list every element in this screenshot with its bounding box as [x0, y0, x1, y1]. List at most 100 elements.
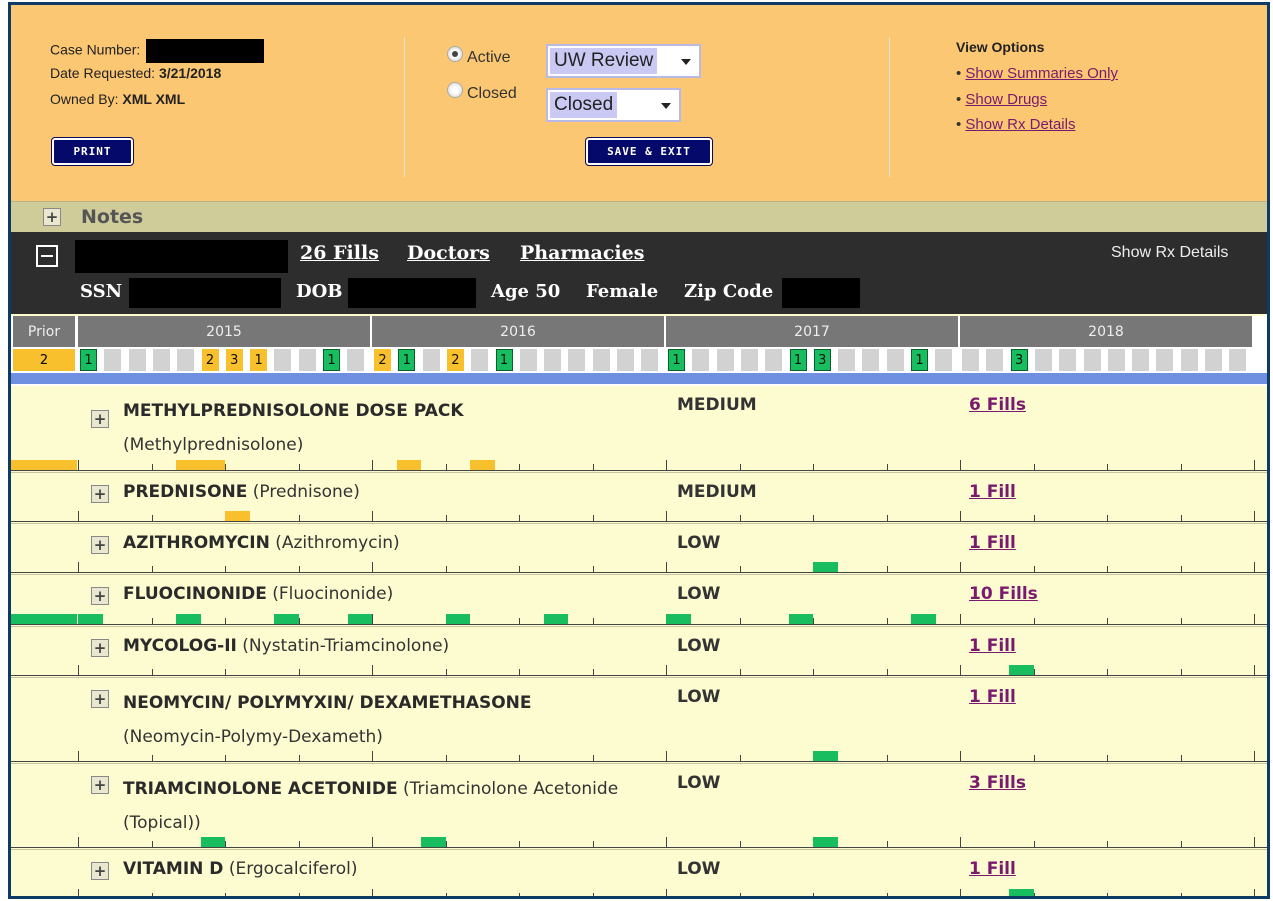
save-exit-button[interactable]: SAVE & EXIT — [585, 137, 713, 166]
timeline-tick — [1180, 669, 1182, 675]
timeline-tick — [225, 841, 226, 847]
pharmacies-link[interactable]: Pharmacies — [520, 242, 644, 264]
show-drugs-link[interactable]: Show Drugs — [965, 91, 1047, 108]
drug-row: + METHYLPREDNISOLONE DOSE PACK (Methylpred… — [11, 386, 1267, 473]
drug-generic-name: (Ergocalciferol) — [223, 859, 358, 879]
month-cell — [1180, 349, 1198, 371]
timeline-tick — [1033, 893, 1035, 896]
timeline-baseline — [11, 572, 1267, 573]
fill-bar — [813, 837, 838, 847]
show-rx-details-link[interactable]: Show Rx Details — [965, 116, 1075, 133]
drug-name: MYCOLOG-II (Nystatin-Triamcinolone) — [123, 632, 683, 660]
expand-drug-icon[interactable]: + — [91, 410, 109, 428]
age-text: Age 50 — [491, 281, 561, 302]
show-rx-details-toggle[interactable]: Show Rx Details — [1111, 244, 1228, 262]
expand-drug-icon[interactable]: + — [91, 862, 109, 880]
timeline-tick — [1254, 511, 1255, 521]
expand-drug-icon[interactable]: + — [91, 536, 109, 554]
timeline-tick — [151, 669, 153, 675]
timeline-tick — [666, 460, 667, 470]
print-button[interactable]: PRINT — [51, 137, 134, 166]
show-summaries-link[interactable]: Show Summaries Only — [965, 65, 1118, 82]
prior-fill-count: 2 — [13, 349, 75, 371]
timeline-tick — [739, 841, 741, 847]
timeline-tick — [298, 618, 300, 624]
year-header: 2017 — [666, 316, 958, 347]
timeline-tick — [739, 515, 741, 521]
fill-bar — [470, 460, 495, 470]
patient-bar: 26 Fills Doctors Pharmacies Show Rx Deta… — [11, 232, 1267, 314]
timeline-tick — [445, 669, 447, 675]
fills-link[interactable]: 1 Fill — [969, 533, 1016, 553]
timeline-tick — [445, 755, 447, 761]
timeline-tick — [372, 889, 373, 896]
fill-timeline: Prior 2015 2016 2017 2018 2 123112121113… — [11, 316, 1267, 386]
timeline-tick — [1033, 618, 1035, 624]
timeline-tick — [1033, 841, 1035, 847]
fill-bar — [666, 614, 691, 624]
drug-brand-name: TRIAMCINOLONE ACETONIDE — [123, 779, 398, 799]
fills-link[interactable]: 26 Fills — [300, 242, 379, 264]
collapse-icon[interactable] — [36, 245, 58, 267]
fills-link[interactable]: 1 Fill — [969, 636, 1016, 656]
timeline-tick — [666, 889, 667, 896]
expand-drug-icon[interactable]: + — [91, 639, 109, 657]
month-cell: 1 — [668, 349, 685, 371]
timeline-tick — [813, 893, 814, 896]
expand-drug-icon[interactable]: + — [91, 587, 109, 605]
timeline-tick — [298, 669, 300, 675]
ssn-label: SSN — [80, 281, 123, 302]
month-cell — [935, 349, 953, 371]
month-cell — [1059, 349, 1077, 371]
timeline-tick — [1180, 841, 1182, 847]
closed-radio[interactable] — [447, 81, 463, 98]
date-requested-label: Date Requested: — [50, 65, 156, 81]
month-cell: 1 — [789, 349, 807, 371]
timeline-tick — [519, 893, 520, 896]
status-active-option[interactable]: Active — [447, 45, 511, 67]
fills-link[interactable]: 1 Fill — [969, 859, 1016, 879]
month-cell — [592, 349, 610, 371]
timeline-tick — [739, 464, 741, 470]
notes-bar[interactable]: + Notes — [11, 201, 1267, 232]
date-requested-value: 3/21/2018 — [158, 65, 222, 81]
risk-level: MEDIUM — [677, 482, 757, 502]
status-closed-option[interactable]: Closed — [447, 81, 517, 103]
expand-drug-icon[interactable]: + — [91, 690, 109, 708]
timeline-tick — [372, 837, 373, 847]
timeline-baseline — [11, 761, 1267, 762]
expand-drug-icon[interactable]: + — [91, 485, 109, 503]
closed-reason-select[interactable]: Closed — [546, 88, 681, 122]
timeline-tick — [592, 669, 594, 675]
doctors-link[interactable]: Doctors — [407, 242, 490, 264]
review-stage-select[interactable]: UW Review — [546, 44, 701, 78]
fills-link[interactable]: 1 Fill — [969, 482, 1016, 502]
fill-bar — [421, 837, 446, 847]
header-divider — [889, 37, 890, 177]
month-cell — [1229, 349, 1247, 371]
timeline-tick — [592, 618, 594, 624]
timeline-tick — [445, 566, 447, 572]
timeline-tick — [298, 755, 300, 761]
fills-link[interactable]: 10 Fills — [969, 584, 1038, 604]
active-radio[interactable] — [447, 45, 463, 62]
timeline-tick — [666, 665, 667, 675]
fills-link[interactable]: 6 Fills — [969, 395, 1026, 415]
timeline-tick — [813, 618, 814, 624]
timeline-tick — [960, 665, 961, 675]
fills-link[interactable]: 3 Fills — [969, 773, 1026, 793]
drug-row: + PREDNISONE (Prednisone) MEDIUM 1 Fill — [11, 473, 1267, 524]
timeline-tick — [739, 755, 741, 761]
drug-row: + AZITHROMYCIN (Azithromycin) LOW 1 Fill — [11, 524, 1267, 575]
timeline-tick — [519, 515, 520, 521]
expand-drug-icon[interactable]: + — [91, 776, 109, 794]
expand-notes-icon[interactable]: + — [43, 208, 61, 226]
drug-name: AZITHROMYCIN (Azithromycin) — [123, 529, 683, 557]
case-number-label: Case Number: — [50, 41, 141, 58]
view-option-drugs: • Show Drugs — [956, 91, 1048, 108]
fills-link[interactable]: 1 Fill — [969, 687, 1016, 707]
closed-reason-value: Closed — [550, 92, 618, 118]
drug-brand-name: PREDNISONE — [123, 482, 248, 502]
case-number-redaction — [146, 39, 265, 63]
owned-by-row: Owned By: XML XML — [50, 91, 185, 107]
